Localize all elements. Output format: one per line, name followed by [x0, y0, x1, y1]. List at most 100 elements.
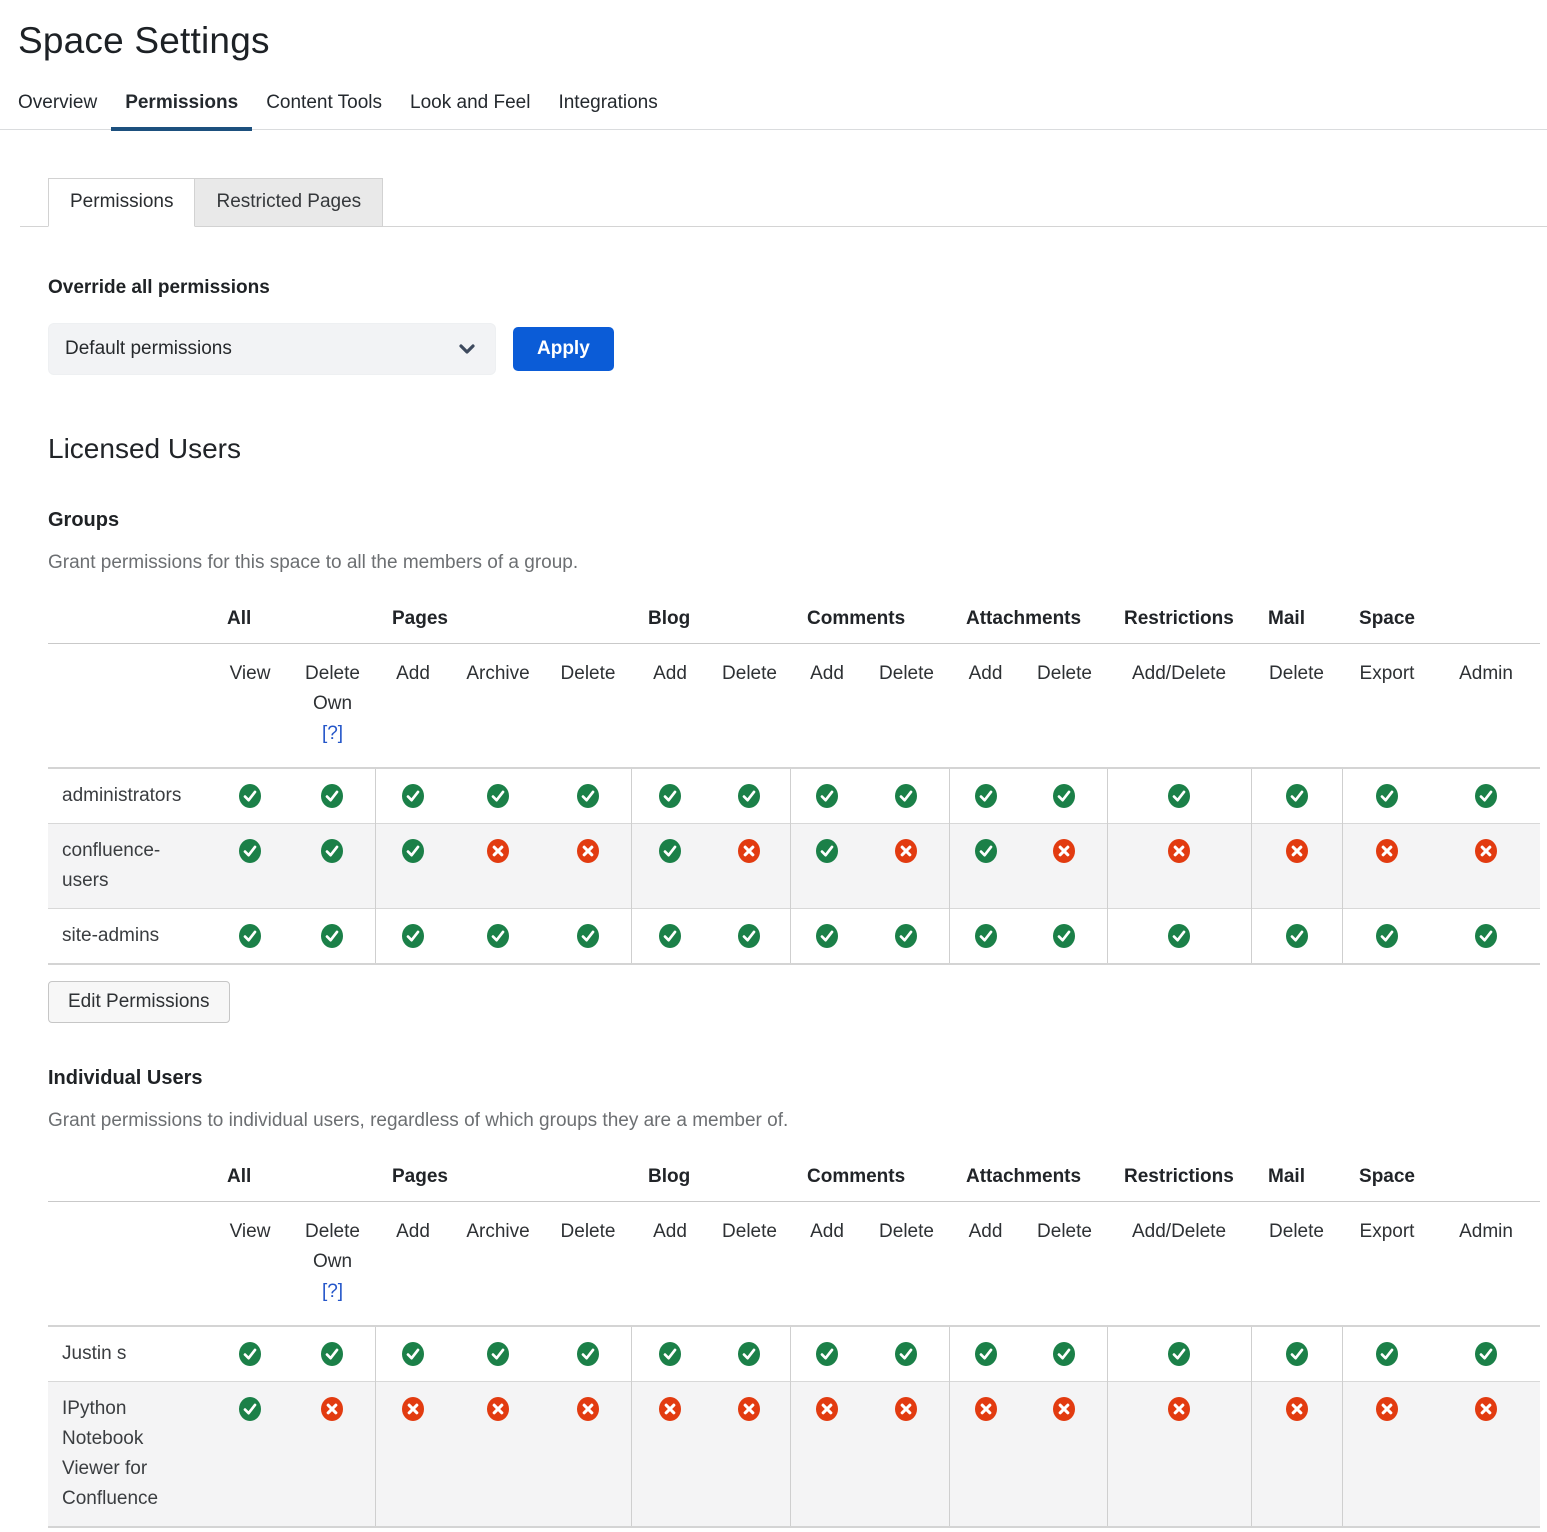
permission-allowed-icon — [577, 784, 599, 808]
column-group-all: All — [210, 1158, 375, 1202]
perm-cell-pages-delete — [545, 1326, 631, 1382]
column-group-all: All — [210, 600, 375, 644]
permission-denied-icon — [659, 1397, 681, 1421]
subtab-permissions[interactable]: Permissions — [48, 178, 195, 227]
column-header-blog-add: Add — [631, 1202, 709, 1327]
permission-allowed-icon — [659, 1342, 681, 1366]
column-header-attachments-delete: Delete — [1022, 644, 1107, 769]
permission-allowed-icon — [239, 1397, 261, 1421]
column-header-restrictions-add-delete: Add/Delete — [1107, 644, 1251, 769]
edit-permissions-button[interactable]: Edit Permissions — [48, 981, 230, 1023]
override-heading: Override all permissions — [48, 277, 1540, 299]
tab-overview[interactable]: Overview — [18, 92, 111, 129]
individual-users-heading: Individual Users — [48, 1067, 1540, 1090]
permission-row: administrators — [48, 768, 1540, 824]
permission-denied-icon — [895, 839, 917, 863]
permission-denied-icon — [1376, 1397, 1398, 1421]
permission-allowed-icon — [321, 924, 343, 948]
column-subheader-row: ViewDelete Own[?]AddArchiveDeleteAddDele… — [48, 644, 1540, 769]
perm-cell-attachments-delete — [1022, 768, 1107, 824]
perm-cell-mail-delete — [1251, 824, 1342, 909]
permission-allowed-icon — [1376, 784, 1398, 808]
chevron-down-icon — [459, 344, 475, 354]
subtab-restricted-pages[interactable]: Restricted Pages — [195, 178, 383, 227]
permission-denied-icon — [1168, 1397, 1190, 1421]
permission-allowed-icon — [239, 1342, 261, 1366]
perm-cell-attachments-add — [949, 909, 1022, 965]
permission-allowed-icon — [975, 1342, 997, 1366]
permission-allowed-icon — [1286, 784, 1308, 808]
tab-integrations[interactable]: Integrations — [544, 92, 671, 129]
sub-tab-strip: Permissions Restricted Pages — [20, 178, 1547, 227]
perm-cell-restrictions-add-delete — [1107, 1382, 1251, 1528]
permission-allowed-icon — [1053, 784, 1075, 808]
permission-row: Justin s — [48, 1326, 1540, 1382]
permission-allowed-icon — [239, 839, 261, 863]
perm-cell-comments-delete — [864, 824, 949, 909]
apply-button[interactable]: Apply — [513, 327, 614, 371]
top-nav-tabs: Overview Permissions Content Tools Look … — [0, 92, 1547, 130]
delete-own-help-link[interactable]: [?] — [290, 1277, 375, 1307]
permission-denied-icon — [487, 1397, 509, 1421]
perm-cell-pages-archive — [451, 1326, 545, 1382]
column-header-all-delete-own: Delete Own[?] — [290, 644, 375, 769]
delete-own-help-link[interactable]: [?] — [290, 719, 375, 749]
tab-permissions[interactable]: Permissions — [111, 92, 252, 129]
perm-cell-blog-add — [631, 824, 709, 909]
permission-allowed-icon — [895, 784, 917, 808]
column-group-comments: Comments — [790, 600, 949, 644]
column-header-all-view: View — [210, 1202, 290, 1327]
row-label: confluence-users — [48, 824, 210, 909]
permission-denied-icon — [1475, 839, 1497, 863]
permission-allowed-icon — [659, 784, 681, 808]
perm-cell-space-admin — [1432, 1382, 1540, 1528]
perm-cell-pages-delete — [545, 909, 631, 965]
perm-cell-blog-delete — [709, 768, 790, 824]
permission-denied-icon — [816, 1397, 838, 1421]
column-header-pages-delete: Delete — [545, 1202, 631, 1327]
column-header-restrictions-add-delete: Add/Delete — [1107, 1202, 1251, 1327]
tab-content-tools[interactable]: Content Tools — [252, 92, 396, 129]
column-header-pages-delete: Delete — [545, 644, 631, 769]
column-header-attachments-add: Add — [949, 644, 1022, 769]
perm-cell-all-delete-own — [290, 824, 375, 909]
permission-allowed-icon — [487, 784, 509, 808]
permission-allowed-icon — [1475, 784, 1497, 808]
groups-heading: Groups — [48, 509, 1540, 532]
permission-allowed-icon — [975, 839, 997, 863]
permission-allowed-icon — [321, 784, 343, 808]
licensed-users-heading: Licensed Users — [48, 433, 1540, 465]
perm-cell-all-view — [210, 768, 290, 824]
column-group-attachments: Attachments — [949, 1158, 1107, 1202]
column-header-comments-add: Add — [790, 1202, 864, 1327]
permission-allowed-icon — [1376, 1342, 1398, 1366]
perm-cell-pages-add — [375, 1382, 451, 1528]
column-group-restrictions: Restrictions — [1107, 600, 1251, 644]
perm-cell-pages-archive — [451, 768, 545, 824]
perm-cell-mail-delete — [1251, 1326, 1342, 1382]
permissions-dropdown[interactable]: Default permissions — [48, 323, 496, 375]
row-label: administrators — [48, 768, 210, 824]
perm-cell-comments-add — [790, 909, 864, 965]
column-header-blog-delete: Delete — [709, 644, 790, 769]
column-group-pages: Pages — [375, 600, 631, 644]
permission-allowed-icon — [1475, 924, 1497, 948]
perm-cell-mail-delete — [1251, 909, 1342, 965]
column-group-restrictions: Restrictions — [1107, 1158, 1251, 1202]
perm-cell-pages-delete — [545, 768, 631, 824]
groups-description: Grant permissions for this space to all … — [48, 552, 1540, 574]
perm-cell-pages-add — [375, 1326, 451, 1382]
permission-denied-icon — [1286, 1397, 1308, 1421]
individual-permissions-table: AllPagesBlogCommentsAttachmentsRestricti… — [48, 1158, 1540, 1528]
column-group-mail: Mail — [1251, 1158, 1342, 1202]
tab-look-and-feel[interactable]: Look and Feel — [396, 92, 544, 129]
permission-allowed-icon — [1286, 924, 1308, 948]
column-header-blog-delete: Delete — [709, 1202, 790, 1327]
permission-allowed-icon — [1475, 1342, 1497, 1366]
permission-denied-icon — [321, 1397, 343, 1421]
permission-denied-icon — [402, 1397, 424, 1421]
perm-cell-comments-delete — [864, 909, 949, 965]
permission-allowed-icon — [577, 924, 599, 948]
permission-row: site-admins — [48, 909, 1540, 965]
permission-denied-icon — [577, 839, 599, 863]
